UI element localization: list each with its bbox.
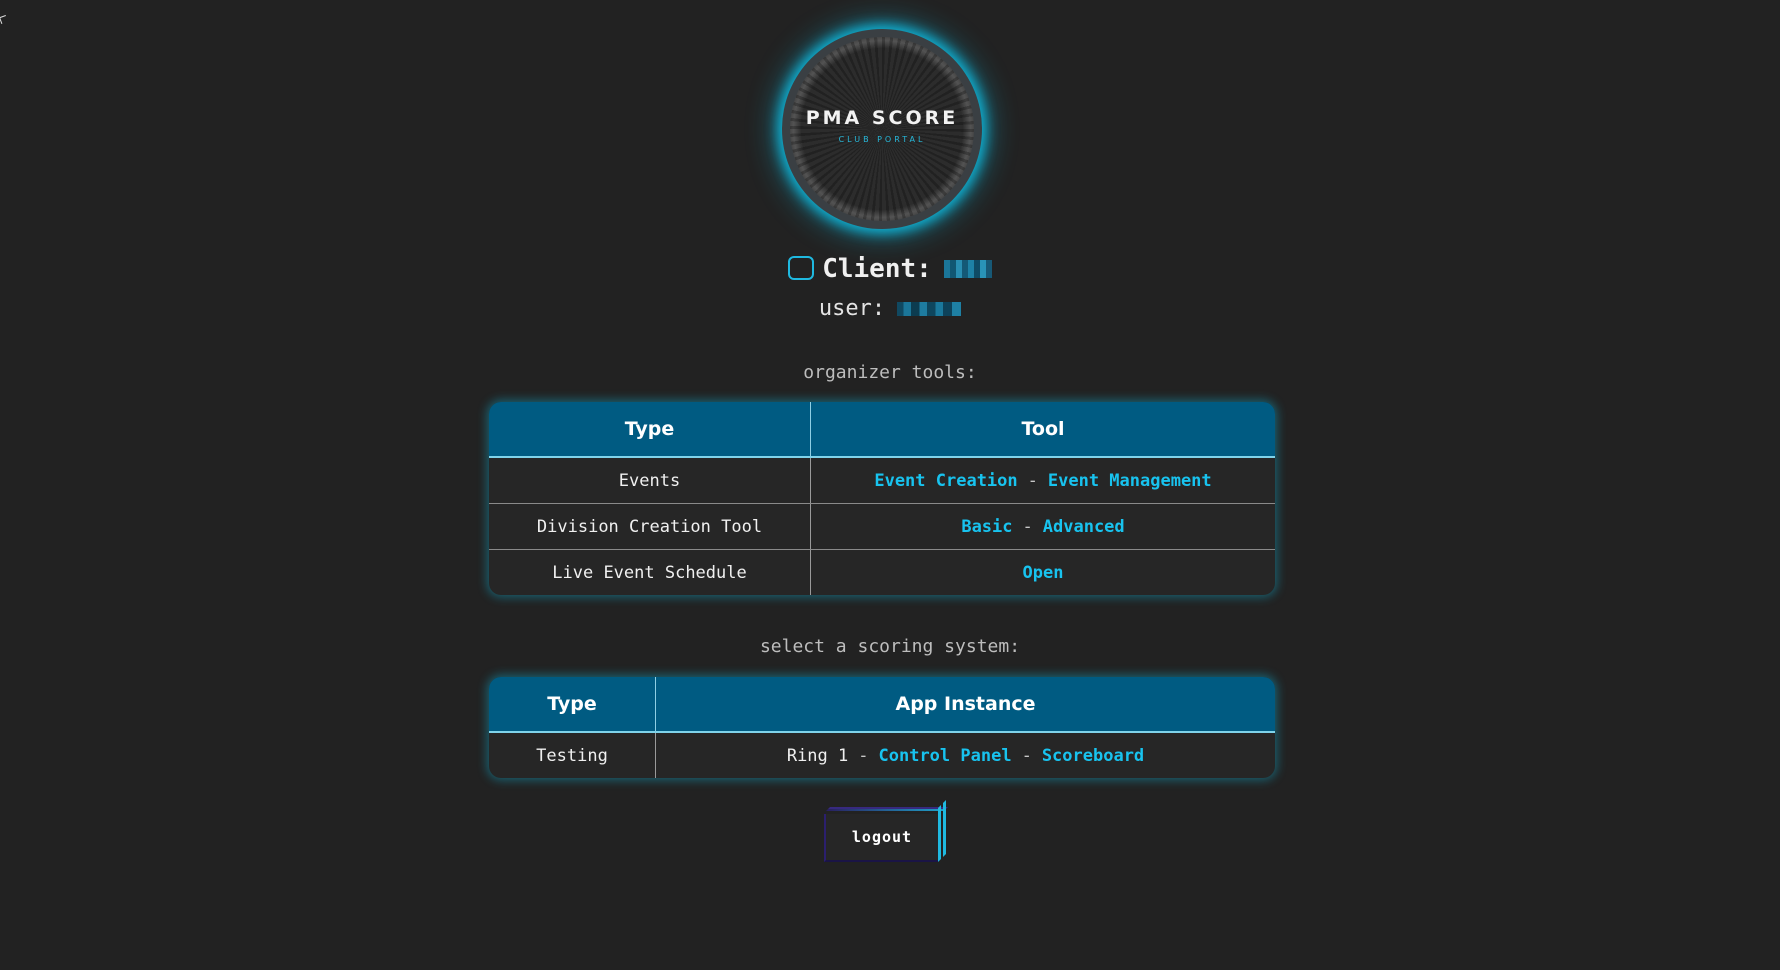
row-type-schedule: Live Event Schedule [489, 550, 811, 595]
logo-title: PMA SCORE [805, 107, 959, 129]
table-header-row: Type Tool [489, 402, 1275, 458]
row-tools-events: Event Creation - Event Management [811, 458, 1275, 503]
event-management-link[interactable]: Event Management [1048, 471, 1212, 491]
row-type-events: Events [489, 458, 811, 503]
logout-button-bevel-side [938, 800, 946, 862]
separator: - [1022, 516, 1033, 537]
client-name-redacted [943, 260, 992, 278]
separator: - [1027, 470, 1038, 491]
user-line: user: [0, 296, 1780, 321]
row-tools-division: Basic - Advanced [811, 504, 1275, 549]
client-checkbox[interactable] [788, 256, 815, 280]
table-header-row: Type App Instance [489, 677, 1275, 733]
event-creation-link[interactable]: Event Creation [874, 471, 1017, 491]
division-advanced-link[interactable]: Advanced [1043, 517, 1125, 537]
logout-button-bevel-top [826, 807, 948, 811]
column-header-type: Type [489, 677, 656, 731]
logo-texture [790, 37, 974, 221]
table-row: Testing Ring 1 - Control Panel - Scorebo… [489, 733, 1275, 778]
division-basic-link[interactable]: Basic [961, 517, 1012, 537]
mouse-cursor-icon [0, 15, 8, 24]
control-panel-link[interactable]: Control Panel [879, 746, 1012, 766]
user-label: user: [818, 296, 886, 321]
table-row: Events Event Creation - Event Management [489, 458, 1275, 503]
column-header-type: Type [489, 402, 811, 456]
column-header-app-instance: App Instance [895, 693, 1036, 715]
scoring-system-table: Type App Instance Testing Ring 1 - Contr… [489, 677, 1275, 778]
logo-disc: PMA SCORE CLUB PORTAL [790, 37, 974, 221]
pma-score-logo: PMA SCORE CLUB PORTAL [782, 29, 982, 229]
ring-label: Ring 1 [786, 745, 849, 766]
table-row: Division Creation Tool Basic - Advanced [489, 503, 1275, 549]
separator: - [1021, 745, 1032, 766]
schedule-open-link[interactable]: Open [1023, 563, 1064, 583]
table-row: Live Event Schedule Open [489, 549, 1275, 595]
organizer-tools-heading: organizer tools: [803, 362, 977, 383]
organizer-tools-table: Type Tool Events Event Creation - Event … [489, 402, 1275, 595]
scoreboard-link[interactable]: Scoreboard [1042, 746, 1144, 766]
row-type-testing: Testing [489, 733, 656, 778]
logout-button-wrap: logout [822, 800, 952, 864]
logout-button[interactable]: logout [824, 814, 938, 862]
row-type-division: Division Creation Tool [489, 504, 811, 549]
separator: - [858, 745, 869, 766]
client-line: Client: [0, 254, 1780, 284]
client-label: Client: [822, 254, 932, 284]
scoring-system-heading: select a scoring system: [759, 636, 1021, 657]
user-name-redacted [897, 302, 962, 316]
column-header-tool: Tool [1021, 418, 1065, 440]
row-tools-schedule: Open [811, 550, 1275, 595]
portal-page: PMA SCORE CLUB PORTAL Client: user: orga… [0, 0, 1780, 970]
logo-subtitle: CLUB PORTAL [838, 135, 926, 144]
row-instance-testing: Ring 1 - Control Panel - Scoreboard [656, 733, 1275, 778]
